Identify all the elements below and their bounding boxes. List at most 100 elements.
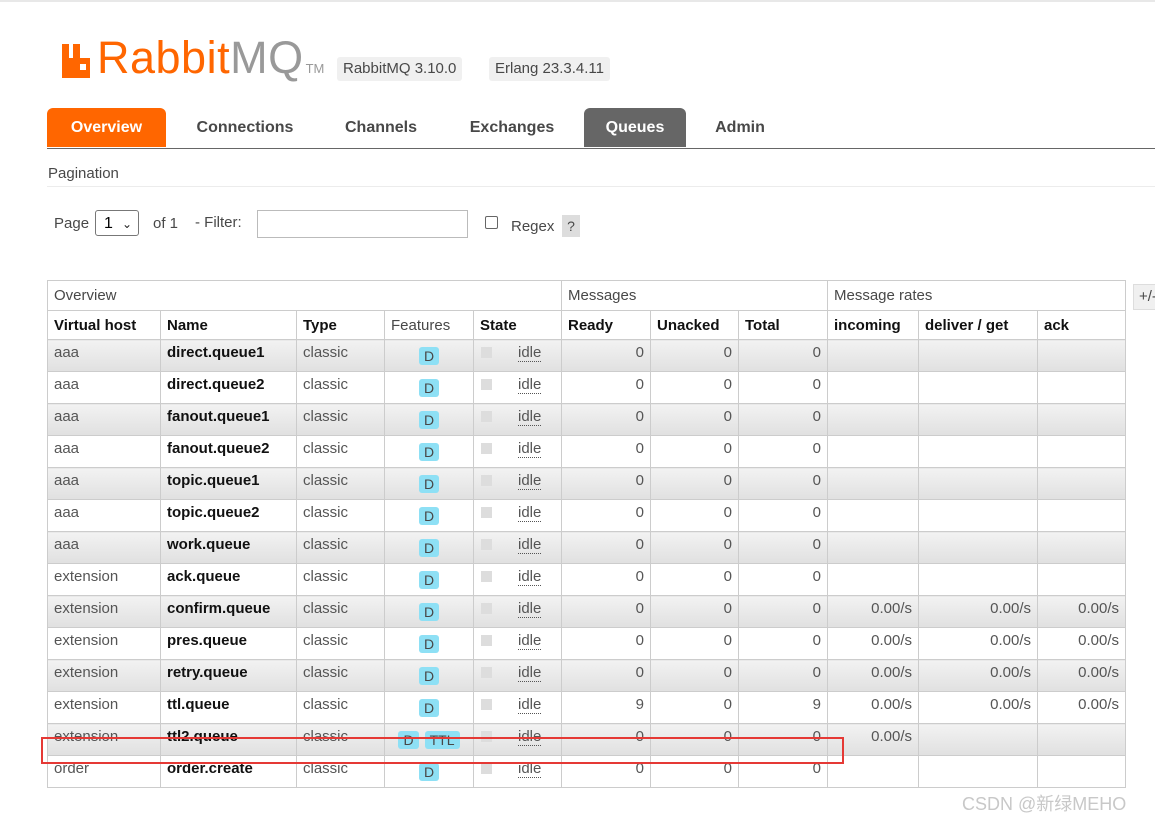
table-row[interactable]: aaa work.queue classic Didle 0 0 0	[47, 531, 1126, 564]
cell-type: classic	[296, 467, 385, 500]
col-type[interactable]: Type	[296, 310, 385, 340]
tab-overview[interactable]: Overview	[47, 108, 166, 147]
cell-queue-name[interactable]: ttl2.queue	[160, 723, 297, 756]
cell-features: D	[384, 691, 474, 724]
cell-deliver-get	[918, 531, 1038, 564]
feature-badge[interactable]: D	[418, 475, 440, 493]
col-virtual-host[interactable]: Virtual host	[47, 310, 161, 340]
state-indicator-icon	[481, 475, 492, 486]
cell-unacked: 0	[650, 499, 739, 532]
cell-queue-name[interactable]: ttl.queue	[160, 691, 297, 724]
state-indicator-icon	[481, 667, 492, 678]
cell-state: idle	[473, 691, 562, 724]
table-row[interactable]: aaa fanout.queue1 classic Didle 0 0 0	[47, 403, 1126, 436]
cell-deliver-get	[918, 371, 1038, 404]
cell-queue-name[interactable]: fanout.queue1	[160, 403, 297, 436]
cell-deliver-get: 0.00/s	[918, 595, 1038, 628]
col-ack[interactable]: ack	[1037, 310, 1126, 340]
cell-state: idle	[473, 371, 562, 404]
cell-queue-name[interactable]: retry.queue	[160, 659, 297, 692]
tab-channels[interactable]: Channels	[325, 108, 437, 147]
cell-state: idle	[473, 403, 562, 436]
cell-queue-name[interactable]: direct.queue1	[160, 339, 297, 372]
page-select[interactable]: 1 ⌄	[95, 210, 139, 236]
feature-badge[interactable]: D	[418, 603, 440, 621]
cell-virtual-host: aaa	[47, 435, 161, 468]
regex-help-button[interactable]: ?	[562, 215, 580, 237]
col-unacked[interactable]: Unacked	[650, 310, 739, 340]
feature-badge[interactable]: D	[398, 731, 419, 749]
feature-badge[interactable]: D	[418, 699, 440, 717]
feature-badge[interactable]: D	[418, 411, 440, 429]
cell-queue-name[interactable]: topic.queue2	[160, 499, 297, 532]
table-row[interactable]: extension pres.queue classic Didle 0 0 0 0.00/s…	[47, 627, 1126, 660]
cell-virtual-host: extension	[47, 627, 161, 660]
table-row[interactable]: aaa direct.queue1 classic Didle 0 0 0	[47, 339, 1126, 372]
cell-features: D	[384, 627, 474, 660]
regex-checkbox[interactable]	[485, 216, 498, 229]
cell-queue-name[interactable]: work.queue	[160, 531, 297, 564]
table-row[interactable]: aaa topic.queue2 classic Didle 0 0 0	[47, 499, 1126, 532]
tab-admin[interactable]: Admin	[699, 108, 781, 147]
rabbitmq-logo[interactable]: RabbitMQ TM	[60, 34, 324, 80]
cell-state: idle	[473, 339, 562, 372]
cell-queue-name[interactable]: confirm.queue	[160, 595, 297, 628]
cell-incoming	[827, 435, 919, 468]
cell-features: D	[384, 499, 474, 532]
tab-connections[interactable]: Connections	[177, 108, 313, 147]
cell-queue-name[interactable]: ack.queue	[160, 563, 297, 596]
section-divider	[47, 186, 1155, 187]
cell-queue-name[interactable]: order.create	[160, 755, 297, 788]
feature-badge[interactable]: D	[418, 347, 440, 365]
queue-rows: aaa direct.queue1 classic Didle 0 0 0 aaa direct…	[47, 339, 1126, 788]
cell-ready: 0	[561, 403, 651, 436]
col-deliver-get[interactable]: deliver / get	[918, 310, 1038, 340]
cell-queue-name[interactable]: direct.queue2	[160, 371, 297, 404]
table-row[interactable]: aaa direct.queue2 classic Didle 0 0 0	[47, 371, 1126, 404]
cell-queue-name[interactable]: fanout.queue2	[160, 435, 297, 468]
table-row[interactable]: extension confirm.queue classic Didle 0 0 0 0.0…	[47, 595, 1126, 628]
feature-badge[interactable]: D	[418, 539, 440, 557]
feature-badge[interactable]: D	[418, 507, 440, 525]
cell-queue-name[interactable]: topic.queue1	[160, 467, 297, 500]
cell-unacked: 0	[650, 723, 739, 756]
cell-incoming	[827, 531, 919, 564]
cell-queue-name[interactable]: pres.queue	[160, 627, 297, 660]
table-row[interactable]: aaa fanout.queue2 classic Didle 0 0 0	[47, 435, 1126, 468]
feature-badge[interactable]: D	[418, 763, 440, 781]
filter-input[interactable]	[257, 210, 468, 238]
cell-unacked: 0	[650, 371, 739, 404]
col-total[interactable]: Total	[738, 310, 828, 340]
feature-badge[interactable]: TTL	[424, 731, 460, 749]
cell-state: idle	[473, 435, 562, 468]
state-label: idle	[518, 632, 542, 650]
cell-type: classic	[296, 755, 385, 788]
table-row[interactable]: extension ttl2.queue classic D TTL idle 0 0 0 0.0…	[47, 723, 1126, 756]
table-row[interactable]: extension ack.queue classic Didle 0 0 0	[47, 563, 1126, 596]
cell-unacked: 0	[650, 531, 739, 564]
col-state[interactable]: State	[473, 310, 562, 340]
cell-state: idle	[473, 595, 562, 628]
cell-incoming: 0.00/s	[827, 659, 919, 692]
table-row[interactable]: extension ttl.queue classic Didle 9 0 9 0.00/s 0…	[47, 691, 1126, 724]
feature-badge[interactable]: D	[418, 571, 440, 589]
columns-toggle-button[interactable]: +/-	[1133, 284, 1155, 310]
table-row[interactable]: extension retry.queue classic Didle 0 0 0 0.00/…	[47, 659, 1126, 692]
tab-exchanges[interactable]: Exchanges	[449, 108, 575, 147]
feature-badge[interactable]: D	[418, 379, 440, 397]
cell-type: classic	[296, 339, 385, 372]
state-indicator-icon	[481, 507, 492, 518]
col-incoming[interactable]: incoming	[827, 310, 919, 340]
table-row[interactable]: aaa topic.queue1 classic Didle 0 0 0	[47, 467, 1126, 500]
feature-badge[interactable]: D	[418, 443, 440, 461]
cell-type: classic	[296, 723, 385, 756]
col-name[interactable]: Name	[160, 310, 297, 340]
cell-deliver-get	[918, 755, 1038, 788]
pagination-section-title[interactable]: Pagination	[48, 165, 119, 182]
tab-queues[interactable]: Queues	[584, 108, 686, 147]
feature-badge[interactable]: D	[418, 667, 440, 685]
cell-state: idle	[473, 627, 562, 660]
table-row[interactable]: order order.create classic Didle 0 0 0	[47, 755, 1126, 788]
col-ready[interactable]: Ready	[561, 310, 651, 340]
feature-badge[interactable]: D	[418, 635, 440, 653]
